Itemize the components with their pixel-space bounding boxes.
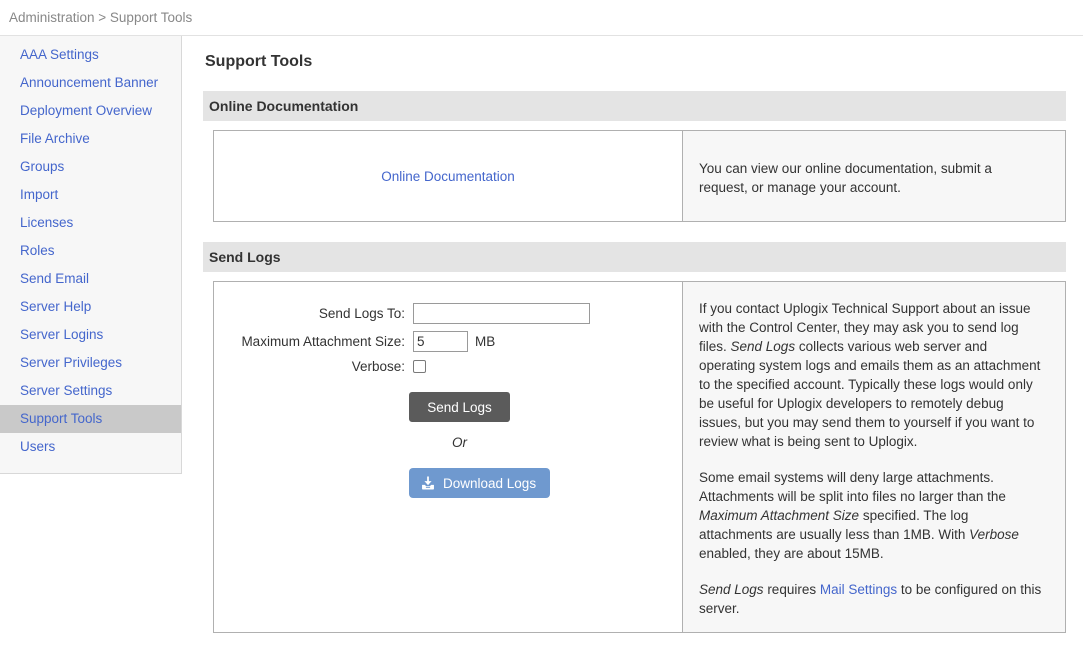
help-p2-text-c: enabled, they are about 15MB. bbox=[699, 546, 884, 561]
sidebar-item-licenses[interactable]: Licenses bbox=[0, 209, 181, 237]
page-body: AAA Settings Announcement Banner Deploymen… bbox=[0, 36, 1083, 633]
section-header-send-logs: Send Logs bbox=[203, 242, 1066, 272]
sidebar-item-users[interactable]: Users bbox=[0, 433, 181, 461]
row-verbose: Verbose: bbox=[214, 359, 682, 374]
sidebar-item-roles[interactable]: Roles bbox=[0, 237, 181, 265]
main-content: Support Tools Online Documentation Onlin… bbox=[182, 36, 1083, 633]
online-documentation-description: You can view our online documentation, s… bbox=[699, 160, 992, 195]
online-documentation-link[interactable]: Online Documentation bbox=[381, 169, 515, 184]
panel-online-documentation: Online Documentation You can view our on… bbox=[213, 130, 1066, 222]
sidebar-item-import[interactable]: Import bbox=[0, 181, 181, 209]
send-logs-button-row: Send Logs bbox=[214, 392, 682, 422]
download-logs-button[interactable]: Download Logs bbox=[409, 468, 551, 498]
sidebar-item-file-archive[interactable]: File Archive bbox=[0, 125, 181, 153]
verbose-label: Verbose: bbox=[351, 359, 405, 374]
send-logs-to-input[interactable] bbox=[413, 303, 590, 324]
online-documentation-description-cell: You can view our online documentation, s… bbox=[682, 131, 1065, 221]
sidebar-navigation: AAA Settings Announcement Banner Deploymen… bbox=[0, 36, 182, 474]
sidebar-item-server-settings[interactable]: Server Settings bbox=[0, 377, 181, 405]
help-p1-text-b: collects various web server and operatin… bbox=[699, 339, 1041, 449]
mail-settings-link[interactable]: Mail Settings bbox=[820, 582, 897, 597]
max-attachment-size-label: Maximum Attachment Size: bbox=[241, 334, 405, 349]
help-p1-emphasis: Send Logs bbox=[730, 339, 796, 354]
send-logs-button[interactable]: Send Logs bbox=[409, 392, 510, 422]
sidebar-item-deployment-overview[interactable]: Deployment Overview bbox=[0, 97, 181, 125]
sidebar-item-server-help[interactable]: Server Help bbox=[0, 293, 181, 321]
sidebar-item-send-email[interactable]: Send Email bbox=[0, 265, 181, 293]
verbose-checkbox[interactable] bbox=[413, 360, 426, 373]
or-separator-label: Or bbox=[452, 435, 467, 450]
send-logs-help-paragraph-1: If you contact Uplogix Technical Support… bbox=[699, 299, 1043, 451]
section-send-logs: Send Logs Send Logs To: Maximum Attachme… bbox=[203, 242, 1066, 633]
help-p2-emphasis-1: Maximum Attachment Size bbox=[699, 508, 860, 523]
row-max-attachment-size: Maximum Attachment Size: MB bbox=[214, 331, 682, 352]
send-logs-help-text: If you contact Uplogix Technical Support… bbox=[682, 282, 1065, 632]
panel-send-logs: Send Logs To: Maximum Attachment Size: M… bbox=[213, 281, 1066, 633]
help-p3-text-a: requires bbox=[763, 582, 820, 597]
download-logs-button-row: Download Logs bbox=[214, 468, 682, 498]
row-send-logs-to: Send Logs To: bbox=[214, 303, 682, 324]
sidebar-item-support-tools[interactable]: Support Tools bbox=[0, 405, 181, 433]
help-p2-emphasis-2: Verbose bbox=[969, 527, 1019, 542]
breadcrumb: Administration > Support Tools bbox=[0, 0, 1083, 36]
sidebar-item-server-privileges[interactable]: Server Privileges bbox=[0, 349, 181, 377]
sidebar-item-announcement-banner[interactable]: Announcement Banner bbox=[0, 69, 181, 97]
help-p2-text-a: Some email systems will deny large attac… bbox=[699, 470, 1006, 504]
sidebar-item-aaa-settings[interactable]: AAA Settings bbox=[0, 41, 181, 69]
section-header-online-documentation: Online Documentation bbox=[203, 91, 1066, 121]
download-logs-button-label: Download Logs bbox=[443, 475, 537, 491]
section-online-documentation: Online Documentation Online Documentatio… bbox=[203, 91, 1066, 222]
help-p3-emphasis: Send Logs bbox=[699, 582, 764, 597]
page-title: Support Tools bbox=[205, 53, 313, 70]
send-logs-help-paragraph-3: Send Logs requires Mail Settings to be c… bbox=[699, 580, 1043, 618]
send-logs-to-label: Send Logs To: bbox=[318, 306, 405, 321]
send-logs-form: Send Logs To: Maximum Attachment Size: M… bbox=[214, 282, 682, 632]
max-attachment-size-input[interactable] bbox=[413, 331, 468, 352]
download-icon bbox=[421, 476, 435, 490]
send-logs-help-paragraph-2: Some email systems will deny large attac… bbox=[699, 468, 1043, 563]
sidebar-item-groups[interactable]: Groups bbox=[0, 153, 181, 181]
online-documentation-link-cell: Online Documentation bbox=[214, 131, 682, 221]
sidebar-item-server-logins[interactable]: Server Logins bbox=[0, 321, 181, 349]
max-attachment-size-unit: MB bbox=[475, 334, 496, 349]
